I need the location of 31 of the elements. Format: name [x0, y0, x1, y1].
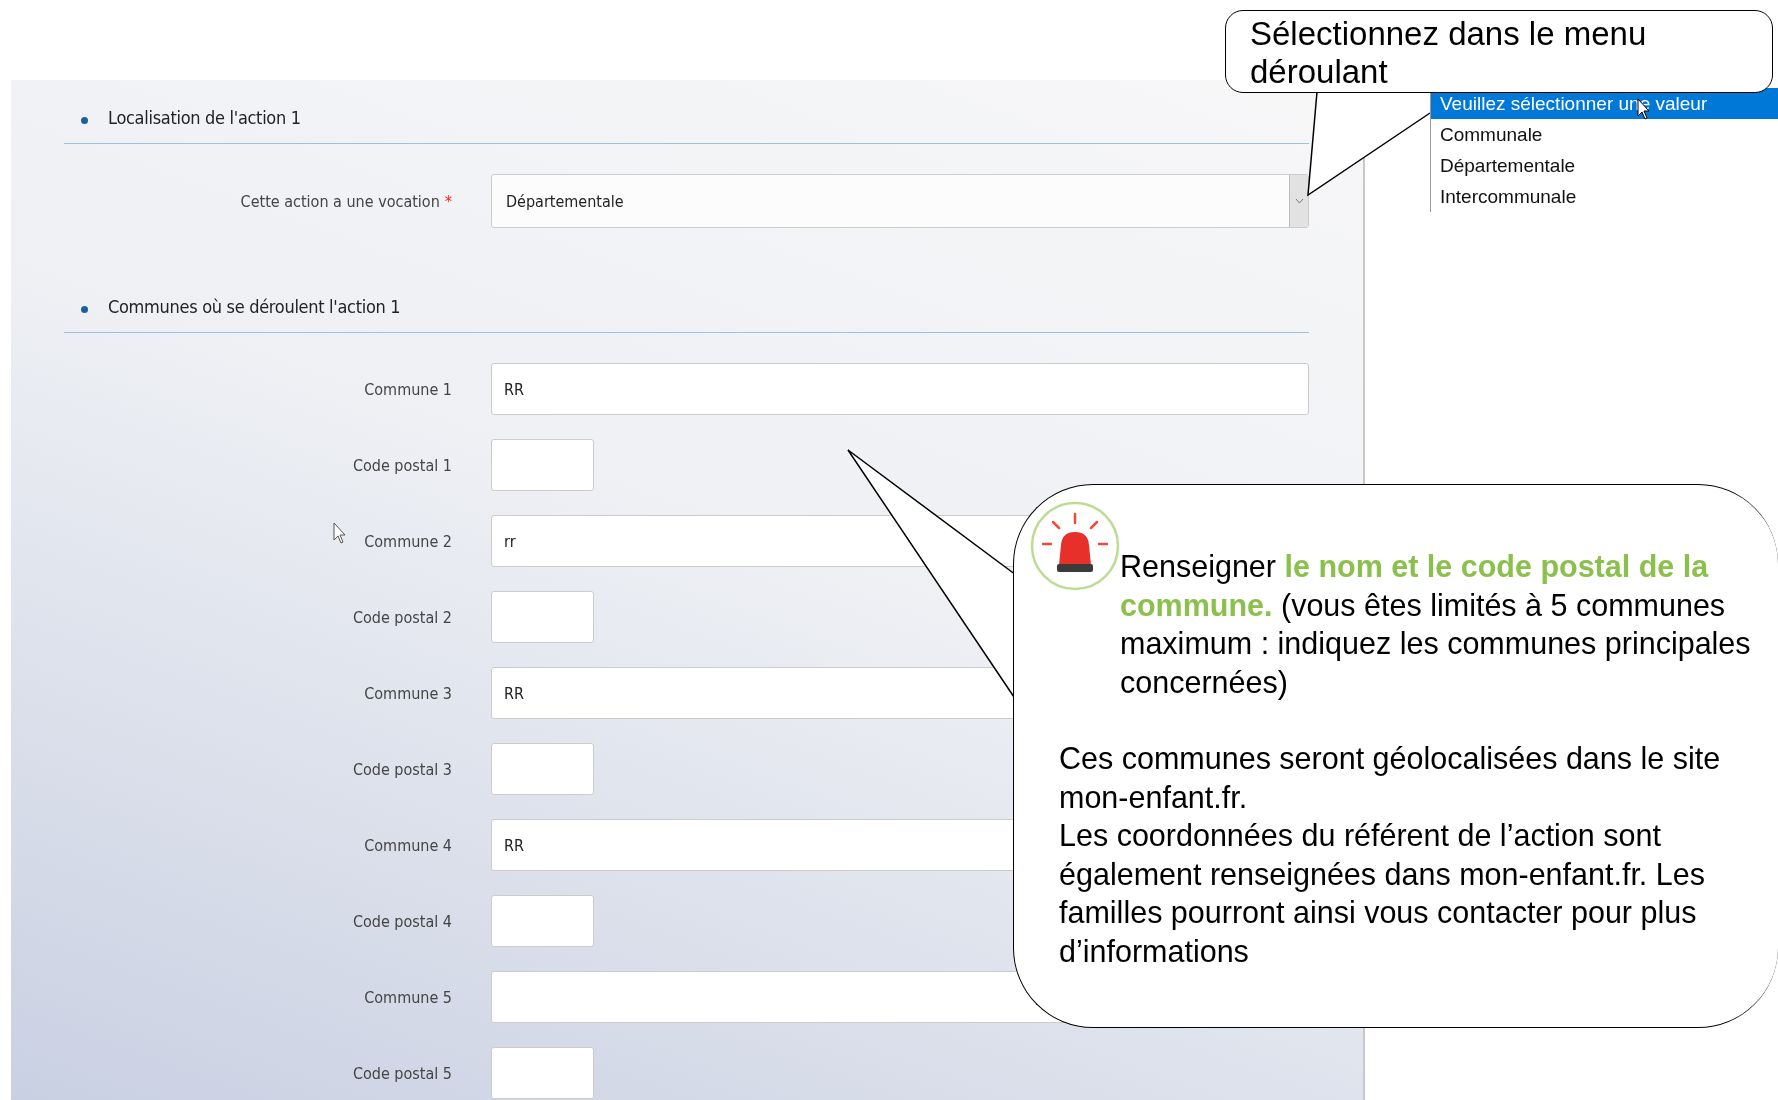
input-field[interactable]: [491, 895, 594, 947]
bullet-icon: [81, 305, 88, 313]
field-label: Code postal 1: [352, 455, 452, 475]
dropdown-option[interactable]: Intercommunale: [1431, 181, 1778, 212]
callout-text: Sélectionnez dans le menu déroulant: [1250, 15, 1648, 91]
cursor-icon: [334, 523, 345, 543]
field-label: Commune 5: [364, 987, 452, 1007]
field-label: Code postal 2: [352, 607, 452, 627]
dropdown-option[interactable]: Communale: [1431, 119, 1778, 150]
select-field[interactable]: Départementale: [491, 174, 1309, 228]
section-heading: Localisation de l'action 1: [108, 106, 301, 128]
chevron-icon: [1294, 198, 1304, 204]
field-label: Commune 2: [364, 531, 452, 551]
input-field[interactable]: [491, 1047, 594, 1099]
section-heading: Communes où se déroulent l'action 1: [108, 295, 401, 317]
input-field[interactable]: [491, 439, 594, 491]
field-label: Commune 4: [364, 835, 452, 855]
input-field[interactable]: [491, 743, 594, 795]
field-label: Code postal 3: [352, 759, 452, 779]
field-label: Code postal 4: [352, 911, 452, 931]
callout-text: Ces communes seront géolocalisées dans le site mon-enfant.fr.: [1059, 740, 1722, 816]
bullet-icon: [81, 116, 88, 124]
field-label: Commune 3: [364, 683, 452, 703]
required-mark: *: [444, 191, 452, 211]
field-label: Commune 1: [364, 379, 452, 399]
input-field[interactable]: [491, 591, 594, 643]
alarm-light-icon: [1030, 501, 1120, 591]
dropdown-option[interactable]: Départementale: [1431, 150, 1778, 181]
input-field[interactable]: RR: [491, 363, 1309, 415]
field-label: Code postal 5: [352, 1063, 452, 1083]
field-label: Cette action a une vocation: [240, 191, 440, 211]
